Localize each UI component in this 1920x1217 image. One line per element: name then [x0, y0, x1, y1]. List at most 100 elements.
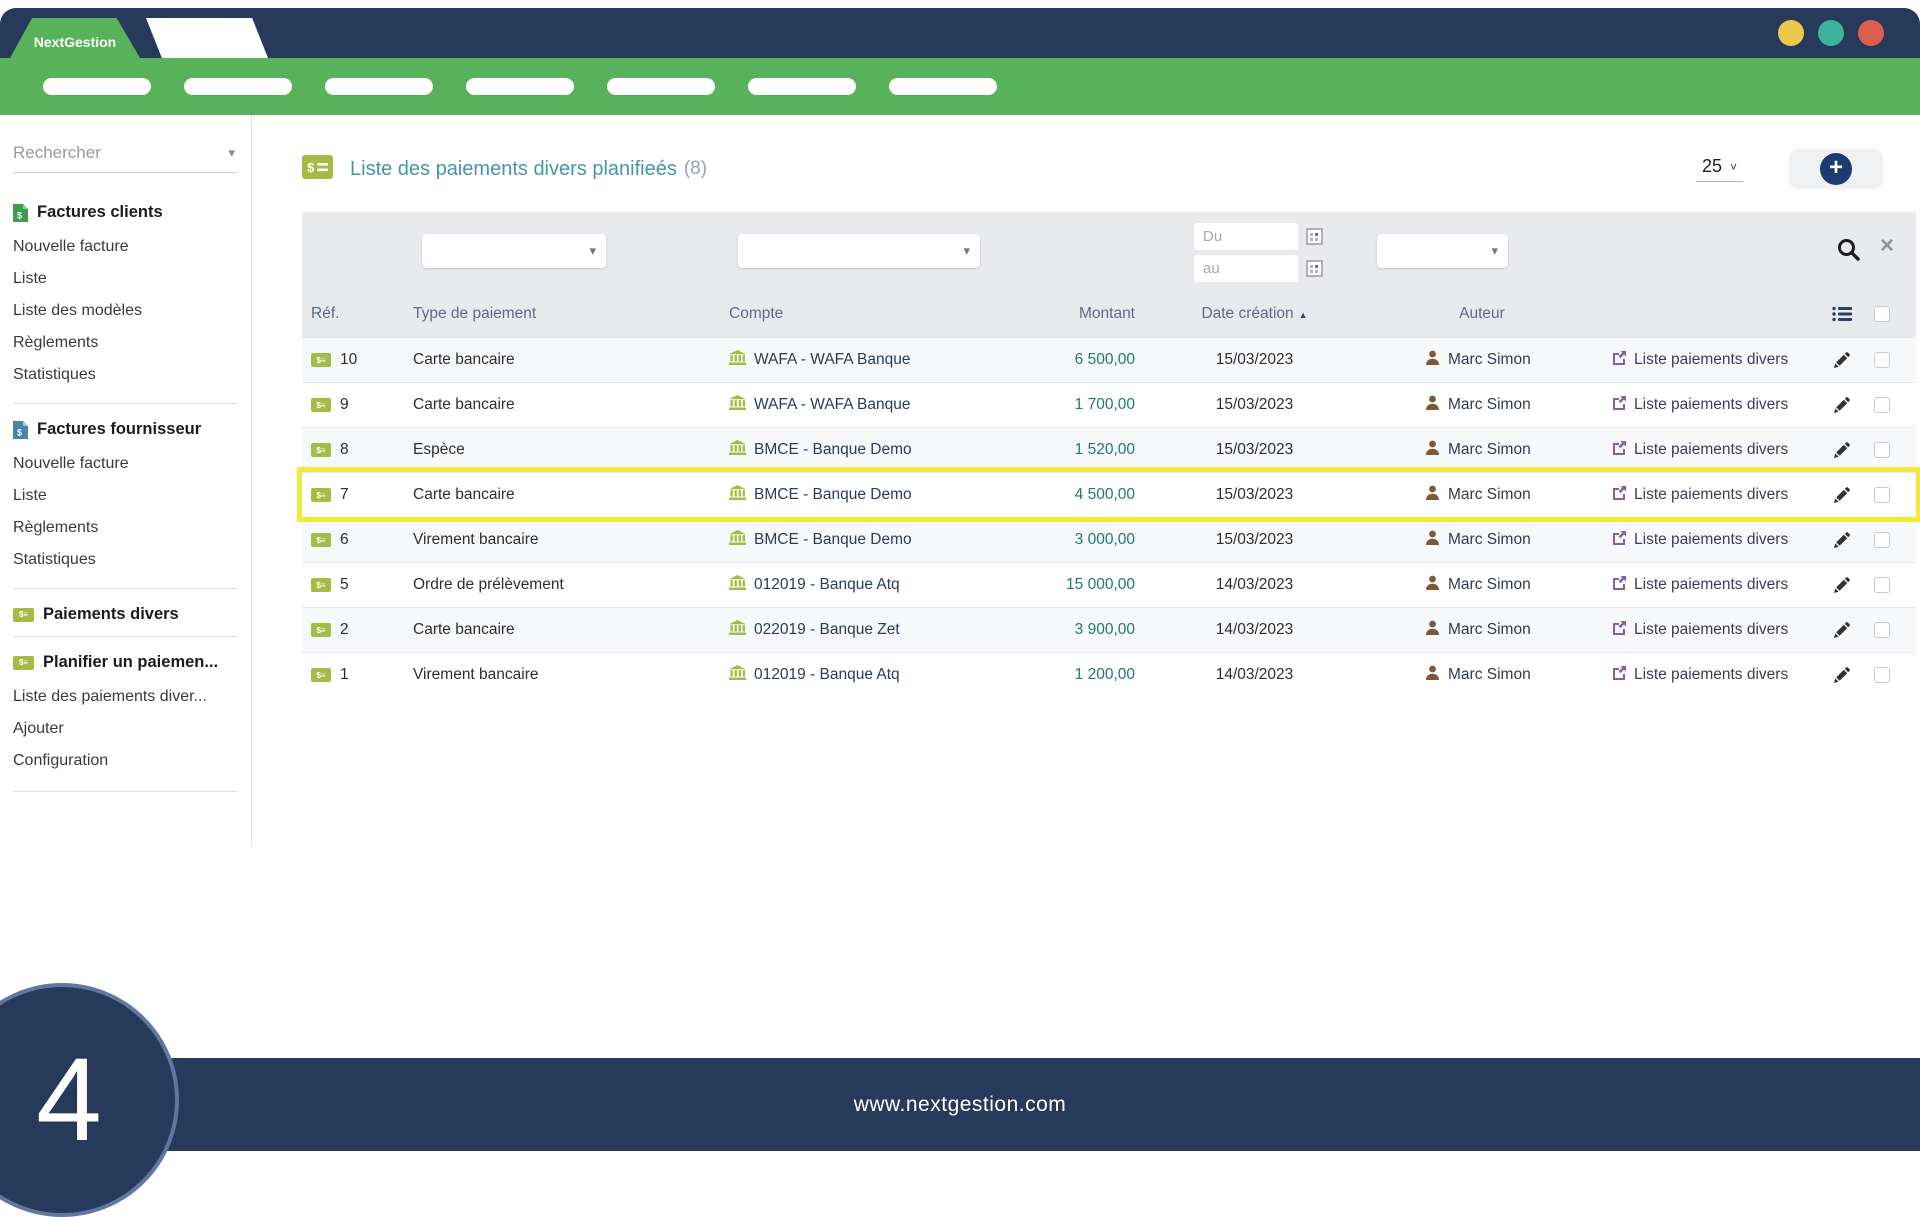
external-link-icon [1612, 530, 1627, 550]
window-dot-yellow[interactable] [1778, 20, 1804, 46]
row-account-link[interactable]: BMCE - Banque Demo [729, 440, 1029, 460]
row-author: Marc Simon [1448, 396, 1531, 414]
column-header-date[interactable]: Date création▲ [1137, 305, 1372, 323]
list-view-icon[interactable] [1822, 306, 1862, 322]
sidebar-item[interactable]: Nouvelle facture [13, 231, 237, 263]
row-checkbox[interactable] [1874, 577, 1890, 593]
window-tab[interactable] [146, 18, 268, 58]
row-account-link[interactable]: BMCE - Banque Demo [729, 530, 1029, 550]
row-account-link[interactable]: BMCE - Banque Demo [729, 485, 1029, 505]
row-checkbox[interactable] [1874, 442, 1890, 458]
sidebar-item[interactable]: Règlements [13, 327, 237, 359]
row-checkbox[interactable] [1874, 397, 1890, 413]
edit-pencil-icon[interactable] [1822, 532, 1862, 548]
row-payment-type: Carte bancaire [413, 486, 729, 504]
calendar-icon[interactable] [1306, 228, 1323, 250]
row-list-link[interactable]: Liste paiements divers [1592, 665, 1822, 685]
row-account-link[interactable]: 012019 - Banque Atq [729, 665, 1029, 685]
brand-tab[interactable]: NextGestion [10, 18, 140, 58]
chevron-down-icon: ˅ [1730, 160, 1737, 174]
external-link-icon [1612, 620, 1627, 640]
column-header-type[interactable]: Type de paiement [413, 305, 729, 323]
row-account-link[interactable]: 022019 - Banque Zet [729, 620, 1029, 640]
window-dot-red[interactable] [1858, 20, 1884, 46]
column-header-author[interactable]: Auteur [1372, 305, 1592, 323]
row-author: Marc Simon [1448, 666, 1531, 684]
select-all-checkbox[interactable] [1874, 306, 1890, 322]
chevron-down-icon[interactable]: ▾ [228, 145, 235, 161]
edit-pencil-icon[interactable] [1822, 397, 1862, 413]
bank-icon [729, 395, 746, 415]
calendar-icon[interactable] [1306, 260, 1323, 282]
sidebar-item[interactable]: Liste des paiements diver... [13, 681, 237, 713]
edit-pencil-icon[interactable] [1822, 487, 1862, 503]
edit-pencil-icon[interactable] [1822, 352, 1862, 368]
filter-account-select[interactable]: ▾ [738, 234, 980, 268]
row-list-link[interactable]: Liste paiements divers [1592, 485, 1822, 505]
row-author: Marc Simon [1448, 531, 1531, 549]
row-account-link[interactable]: WAFA - WAFA Banque [729, 350, 1029, 370]
table-row: $≡ 5 Ordre de prélèvement 012019 - Banqu… [302, 562, 1916, 607]
nav-pill[interactable] [607, 78, 715, 95]
row-author: Marc Simon [1448, 351, 1531, 369]
row-amount: 3 900,00 [1029, 621, 1137, 639]
external-link-icon [1612, 440, 1627, 460]
row-account-link[interactable]: 012019 - Banque Atq [729, 575, 1029, 595]
sidebar-section-heading[interactable]: $ Factures clients [13, 203, 237, 222]
search-icon[interactable] [1836, 237, 1861, 267]
sidebar-item[interactable]: Nouvelle facture [13, 448, 237, 480]
sidebar-item[interactable]: Liste [13, 263, 237, 295]
row-list-link[interactable]: Liste paiements divers [1592, 530, 1822, 550]
filter-type-select[interactable]: ▾ [422, 234, 606, 268]
page-size-select[interactable]: 25 ˅ [1696, 156, 1743, 182]
row-account-link[interactable]: WAFA - WAFA Banque [729, 395, 1029, 415]
nav-pill[interactable] [466, 78, 574, 95]
page-title: Liste des paiements divers planifieés [350, 158, 677, 181]
table-row: $≡ 7 Carte bancaire BMCE - Banque Demo 4… [302, 472, 1916, 517]
nav-pill[interactable] [748, 78, 856, 95]
window-dot-teal[interactable] [1818, 20, 1844, 46]
sidebar-item[interactable]: Ajouter [13, 713, 237, 745]
sidebar-item[interactable]: Statistiques [13, 359, 237, 391]
sidebar-item[interactable]: Règlements [13, 512, 237, 544]
close-icon[interactable]: × [1880, 232, 1894, 260]
row-checkbox[interactable] [1874, 667, 1890, 683]
row-list-link[interactable]: Liste paiements divers [1592, 440, 1822, 460]
row-list-link[interactable]: Liste paiements divers [1592, 620, 1822, 640]
edit-pencil-icon[interactable] [1822, 577, 1862, 593]
edit-pencil-icon[interactable] [1822, 667, 1862, 683]
nav-pill[interactable] [184, 78, 292, 95]
row-checkbox[interactable] [1874, 532, 1890, 548]
column-header-amount[interactable]: Montant [1029, 305, 1137, 323]
filter-date-to-input[interactable] [1194, 255, 1298, 282]
nav-pill[interactable] [43, 78, 151, 95]
row-checkbox[interactable] [1874, 622, 1890, 638]
nav-pill[interactable] [889, 78, 997, 95]
sidebar-item[interactable]: Configuration [13, 745, 237, 777]
row-checkbox[interactable] [1874, 352, 1890, 368]
filter-author-select[interactable]: ▾ [1377, 234, 1508, 268]
row-ref: 6 [340, 531, 349, 549]
payment-icon: $≡ [311, 353, 331, 367]
search-input[interactable] [13, 143, 213, 163]
nav-pill[interactable] [325, 78, 433, 95]
column-header-account[interactable]: Compte [729, 305, 1029, 323]
row-ref: 2 [340, 621, 349, 639]
edit-pencil-icon[interactable] [1822, 622, 1862, 638]
filter-date-from-input[interactable] [1194, 223, 1298, 250]
row-list-link[interactable]: Liste paiements divers [1592, 395, 1822, 415]
sidebar-search[interactable]: ▾ [13, 143, 237, 173]
edit-pencil-icon[interactable] [1822, 442, 1862, 458]
sidebar-section-heading[interactable]: $ Factures fournisseur [13, 420, 237, 439]
row-list-link[interactable]: Liste paiements divers [1592, 350, 1822, 370]
row-checkbox[interactable] [1874, 487, 1890, 503]
sidebar-divider [13, 791, 237, 792]
sidebar-item[interactable]: Statistiques [13, 544, 237, 576]
sidebar-section-heading[interactable]: $≡ Paiements divers [13, 605, 237, 624]
sidebar-item[interactable]: Liste des modèles [13, 295, 237, 327]
sidebar-item[interactable]: Liste [13, 480, 237, 512]
add-payment-button[interactable]: + [1789, 149, 1883, 189]
row-list-link[interactable]: Liste paiements divers [1592, 575, 1822, 595]
column-header-ref[interactable]: Réf. [302, 305, 413, 323]
sidebar-section-heading[interactable]: $≡ Planifier un paiemen... [13, 653, 237, 672]
